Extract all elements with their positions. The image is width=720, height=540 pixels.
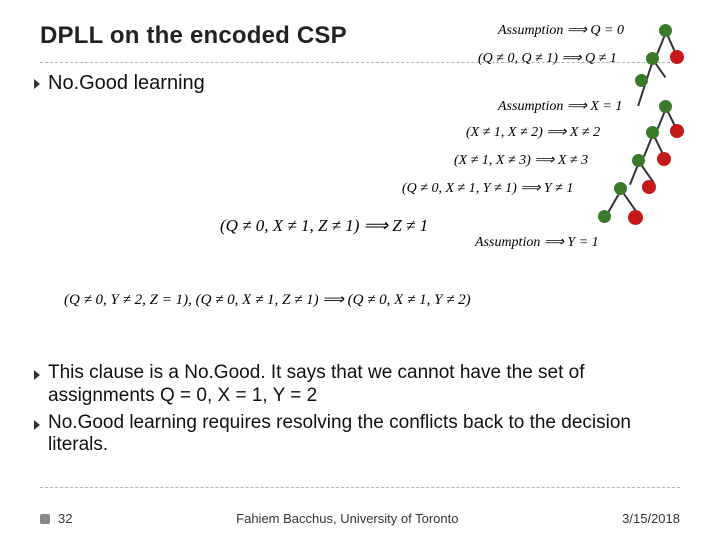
footer-author: Fahiem Bacchus, University of Toronto xyxy=(236,511,458,526)
formula-x-not3: (X ≠ 1, X ≠ 3) ⟹ X ≠ 3 xyxy=(454,152,588,169)
tree-node-green xyxy=(646,126,659,139)
formula-assumption-q0: Assumption ⟹ Q = 0 xyxy=(498,22,624,39)
footer-date: 3/15/2018 xyxy=(622,511,680,526)
tree-diagram: Assumption ⟹ Q = 0 (Q ≠ 0, Q ≠ 1) ⟹ Q ≠ … xyxy=(0,20,720,310)
bullet-text: This clause is a No.Good. It says that w… xyxy=(48,362,680,408)
bullet-marker-icon xyxy=(34,370,40,380)
body-bullets: This clause is a No.Good. It says that w… xyxy=(34,358,680,461)
formula-q-not1: (Q ≠ 0, Q ≠ 1) ⟹ Q ≠ 1 xyxy=(478,50,617,67)
tree-node-green xyxy=(659,100,672,113)
bullet-marker-icon xyxy=(34,420,40,430)
footer-separator xyxy=(40,487,680,488)
bullet-resolving: No.Good learning requires resolving the … xyxy=(34,412,680,458)
tree-node-red xyxy=(642,180,656,194)
page-number-icon xyxy=(40,514,50,524)
tree-node-green xyxy=(614,182,627,195)
tree-node-green xyxy=(598,210,611,223)
slide: DPLL on the encoded CSP No.Good learning xyxy=(0,0,720,540)
formula-assumption-x1: Assumption ⟹ X = 1 xyxy=(498,98,622,115)
formula-resolved-clause: (Q ≠ 0, Y ≠ 2, Z = 1), (Q ≠ 0, X ≠ 1, Z … xyxy=(64,290,471,309)
formula-assumption-y1: Assumption ⟹ Y = 1 xyxy=(475,234,599,251)
page-number-block: 32 xyxy=(40,511,72,526)
tree-node-green xyxy=(659,24,672,37)
tree-node-red xyxy=(657,152,671,166)
tree-node-green xyxy=(646,52,659,65)
tree-node-green xyxy=(632,154,645,167)
footer: 32 Fahiem Bacchus, University of Toronto… xyxy=(40,511,680,526)
tree-node-red xyxy=(670,50,684,64)
formula-z-not1: (Q ≠ 0, X ≠ 1, Z ≠ 1) ⟹ Z ≠ 1 xyxy=(220,216,428,236)
tree-node-red xyxy=(670,124,684,138)
bullet-clause-nogood: This clause is a No.Good. It says that w… xyxy=(34,362,680,408)
formula-x-not2: (X ≠ 1, X ≠ 2) ⟹ X ≠ 2 xyxy=(466,124,600,141)
bullet-text: No.Good learning requires resolving the … xyxy=(48,412,680,458)
formula-y-not1: (Q ≠ 0, X ≠ 1, Y ≠ 1) ⟹ Y ≠ 1 xyxy=(402,180,573,197)
tree-node-red xyxy=(628,210,643,225)
tree-node-green xyxy=(635,74,648,87)
page-number: 32 xyxy=(58,511,72,526)
